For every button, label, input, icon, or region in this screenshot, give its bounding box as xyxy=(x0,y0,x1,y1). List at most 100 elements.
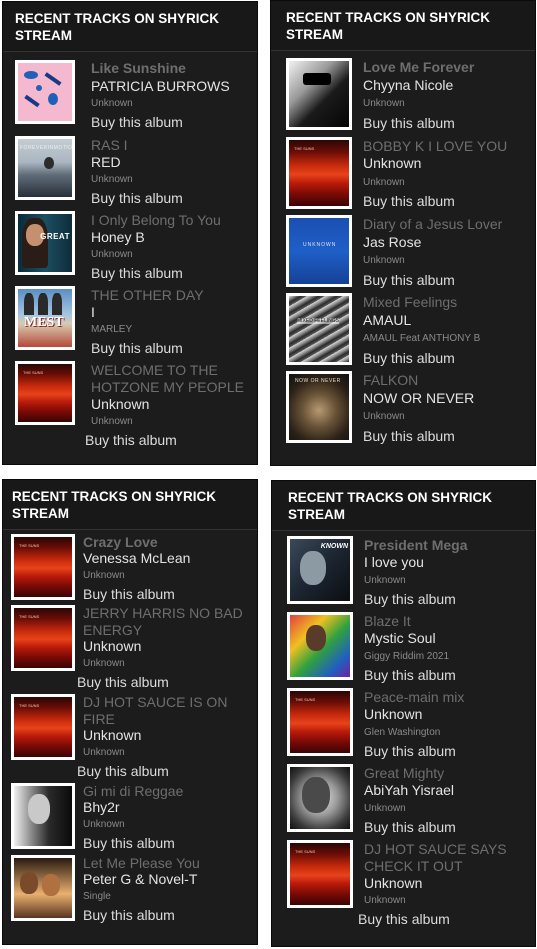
balloon-landscape-art: FOREVERINMOTION xyxy=(18,139,72,197)
album-art[interactable]: MEST xyxy=(15,286,75,350)
track-title-link[interactable]: President Mega xyxy=(364,537,467,554)
buy-album-link[interactable]: Buy this album xyxy=(91,190,183,207)
track-artist: NOW OR NEVER xyxy=(363,390,475,406)
track-album-label: Unknown xyxy=(363,177,405,188)
buy-album-link[interactable]: Buy this album xyxy=(364,743,456,760)
track-title-link[interactable]: WELCOME TO THE HOTZONE MY PEOPLE xyxy=(91,362,251,396)
feather-texture-art: MIXED FEELINGS xyxy=(289,296,349,362)
track-album-label: Unknown xyxy=(91,416,133,427)
track-artist: PATRICIA BURROWS xyxy=(91,78,230,94)
track-title-link[interactable]: JERRY HARRIS NO BAD ENERGY xyxy=(83,605,253,639)
tribal-face-art xyxy=(290,767,350,829)
recent-tracks-panel-2: RECENT TRACKS ON SHYRICK STREAM Love Me … xyxy=(270,0,536,466)
track-title-link[interactable]: DJ HOT SAUCE SAYS CHECK IT OUT xyxy=(364,841,529,875)
track-artist: Bhy2r xyxy=(83,799,120,815)
track-album-label: Unknown xyxy=(363,98,405,109)
album-art[interactable] xyxy=(11,534,75,600)
buy-album-link[interactable]: Buy this album xyxy=(85,432,177,449)
track-album-label: Unknown xyxy=(83,658,125,669)
buy-album-link[interactable]: Buy this album xyxy=(364,819,456,836)
panel-title: RECENT TRACKS ON SHYRICK STREAM xyxy=(3,480,257,530)
track-album-label: Unknown xyxy=(91,174,133,185)
album-art[interactable] xyxy=(286,58,352,130)
album-art[interactable] xyxy=(11,783,75,849)
buy-album-link[interactable]: Buy this album xyxy=(358,911,450,928)
buy-album-link[interactable]: Buy this album xyxy=(91,114,183,131)
track-artist: AMAUL xyxy=(363,312,412,328)
track-title-link[interactable]: I Only Belong To You xyxy=(91,212,221,229)
track-album-label: Unknown xyxy=(363,255,405,266)
track-title-link[interactable]: Blaze It xyxy=(364,613,411,630)
track-album-label: Unknown xyxy=(91,249,133,260)
track-title-link[interactable]: Crazy Love xyxy=(83,534,158,551)
track-title-link[interactable]: RAS I xyxy=(91,137,128,154)
track-artist: Unknown xyxy=(364,875,423,891)
album-art[interactable] xyxy=(15,60,75,124)
fist-rings-art: NOW OR NEVER xyxy=(289,374,349,440)
album-art[interactable] xyxy=(287,612,353,680)
track-artist: Unknown xyxy=(363,155,422,171)
blue-cover-art: UNKNOWN xyxy=(289,218,349,284)
buy-album-link[interactable]: Buy this album xyxy=(91,340,183,357)
track-title-link[interactable]: Great Mighty xyxy=(364,765,444,782)
buy-album-link[interactable]: Buy this album xyxy=(363,193,455,210)
track-title-link[interactable]: Mixed Feelings xyxy=(363,294,457,311)
track-artist: Jas Rose xyxy=(363,234,422,250)
panel-title: RECENT TRACKS ON SHYRICK STREAM xyxy=(272,481,535,531)
red-sunset-art xyxy=(289,140,349,206)
album-art[interactable] xyxy=(287,688,353,756)
track-title-link[interactable]: DJ HOT SAUCE IS ON FIRE xyxy=(83,694,253,728)
buy-album-link[interactable]: Buy this album xyxy=(91,265,183,282)
track-album-label: MARLEY xyxy=(91,324,133,335)
buy-album-link[interactable]: Buy this album xyxy=(363,272,455,289)
album-art[interactable] xyxy=(286,137,352,209)
album-art[interactable] xyxy=(15,361,75,425)
track-artist: Unknown xyxy=(91,396,150,412)
track-artist: RED xyxy=(91,154,121,170)
track-album-label: Unknown xyxy=(364,895,406,906)
album-art[interactable]: KNOWN xyxy=(287,536,353,604)
buy-album-link[interactable]: Buy this album xyxy=(363,350,455,367)
album-art[interactable]: GREAT xyxy=(15,211,75,275)
buy-album-link[interactable]: Buy this album xyxy=(77,763,169,780)
track-artist: Unknown xyxy=(364,706,423,722)
track-title-link[interactable]: Like Sunshine xyxy=(91,60,186,77)
buy-album-link[interactable]: Buy this album xyxy=(363,115,455,132)
album-art[interactable] xyxy=(11,694,75,760)
track-artist: Venessa McLean xyxy=(83,550,191,566)
album-art[interactable] xyxy=(11,605,75,671)
buy-album-link[interactable]: Buy this album xyxy=(83,835,175,852)
track-artist: Unknown xyxy=(83,638,142,654)
album-art[interactable] xyxy=(11,855,75,921)
album-art[interactable] xyxy=(287,840,353,908)
buy-album-link[interactable]: Buy this album xyxy=(364,667,456,684)
track-title-link[interactable]: FALKON xyxy=(363,372,418,389)
track-title-link[interactable]: Let Me Please You xyxy=(83,855,200,872)
album-art[interactable]: FOREVERINMOTION xyxy=(15,136,75,200)
buy-album-link[interactable]: Buy this album xyxy=(363,428,455,445)
red-sunset-art xyxy=(290,843,350,905)
track-album-label: Unknown xyxy=(364,803,406,814)
track-album-label: Single xyxy=(83,891,111,902)
album-art[interactable]: NOW OR NEVER xyxy=(286,371,352,443)
album-art[interactable] xyxy=(287,764,353,832)
album-art[interactable]: UNKNOWN xyxy=(286,215,352,287)
track-title-link[interactable]: Diary of a Jesus Lover xyxy=(363,216,502,233)
buy-album-link[interactable]: Buy this album xyxy=(77,674,169,691)
track-title-link[interactable]: Gi mi di Reggae xyxy=(83,783,183,800)
track-title-link[interactable]: Peace-main mix xyxy=(364,689,464,706)
recent-tracks-panel-4: RECENT TRACKS ON SHYRICK STREAM KNOWN Pr… xyxy=(271,480,536,947)
track-title-link[interactable]: Love Me Forever xyxy=(363,59,474,76)
track-title-link[interactable]: BOBBY K I LOVE YOU xyxy=(363,138,507,155)
track-album-label: Unknown xyxy=(83,747,125,758)
woman-portrait-art: GREAT xyxy=(18,214,72,272)
track-title-link[interactable]: THE OTHER DAY xyxy=(91,287,204,304)
album-art[interactable]: MIXED FEELINGS xyxy=(286,293,352,365)
buy-album-link[interactable]: Buy this album xyxy=(83,586,175,603)
buy-album-link[interactable]: Buy this album xyxy=(364,591,456,608)
track-album-label: Unknown xyxy=(83,819,125,830)
track-album-label: Unknown xyxy=(364,575,406,586)
buy-album-link[interactable]: Buy this album xyxy=(83,907,175,924)
track-album-label: Unknown xyxy=(91,98,133,109)
bw-portrait-art xyxy=(289,61,349,127)
